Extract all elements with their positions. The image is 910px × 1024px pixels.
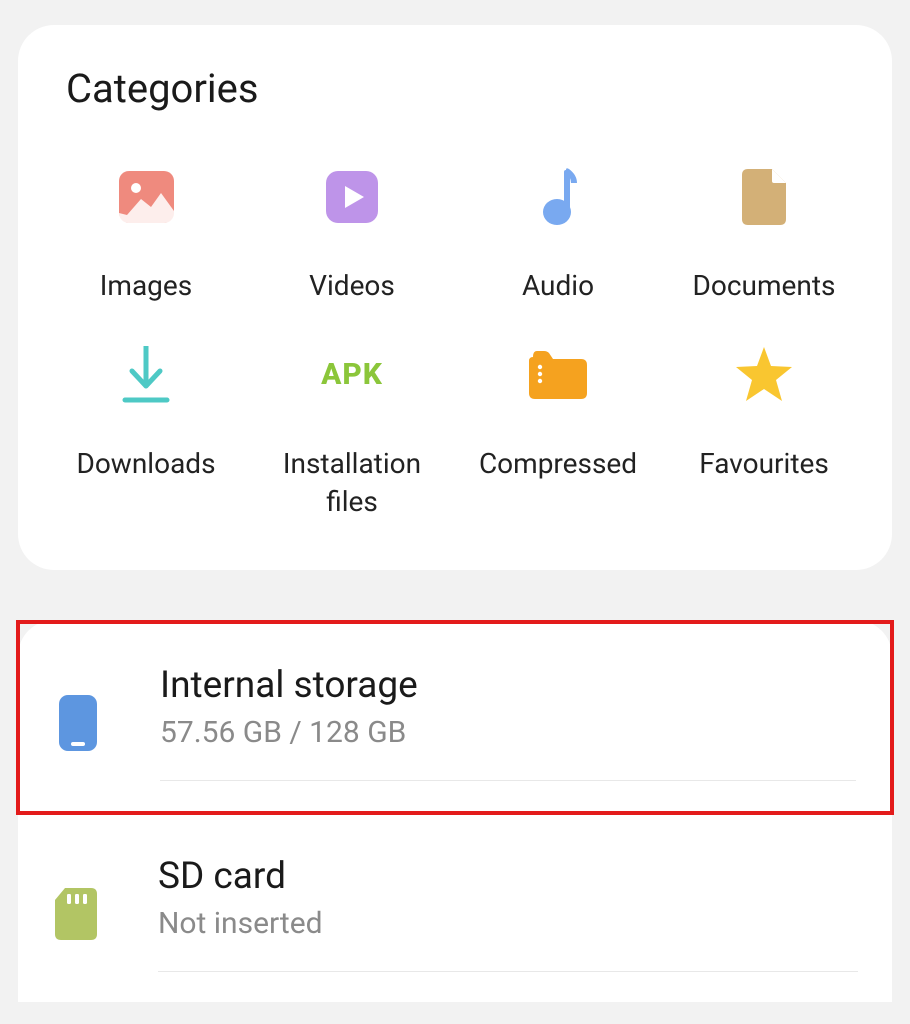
image-icon <box>116 167 176 227</box>
storage-card: Internal storage 57.56 GB / 128 GB SD ca… <box>18 620 892 1002</box>
audio-icon <box>528 167 588 227</box>
sd-card-item[interactable]: SD card Not inserted <box>18 815 892 1002</box>
category-downloads[interactable]: Downloads <box>48 345 244 521</box>
categories-title: Categories <box>66 65 862 112</box>
category-label: Downloads <box>76 445 215 483</box>
internal-storage-title: Internal storage <box>160 664 856 707</box>
sd-card-text: SD card Not inserted <box>158 855 858 972</box>
internal-storage-item[interactable]: Internal storage 57.56 GB / 128 GB <box>20 624 890 811</box>
category-label: Documents <box>693 267 836 305</box>
category-videos[interactable]: Videos <box>254 167 450 305</box>
categories-grid: Images Videos Audio <box>48 167 862 520</box>
star-icon <box>734 345 794 405</box>
category-label: Favourites <box>699 445 829 483</box>
document-icon <box>734 167 794 227</box>
internal-storage-highlight: Internal storage 57.56 GB / 128 GB <box>16 620 894 815</box>
category-installation-files[interactable]: APK Installation files <box>254 345 450 521</box>
internal-storage-subtitle: 57.56 GB / 128 GB <box>160 715 856 750</box>
categories-card: Categories Images Videos <box>18 25 892 570</box>
category-documents[interactable]: Documents <box>666 167 862 305</box>
category-label: Videos <box>309 267 395 305</box>
sd-card-title: SD card <box>158 855 858 898</box>
download-icon <box>116 345 176 405</box>
category-label: Compressed <box>479 445 637 483</box>
category-images[interactable]: Images <box>48 167 244 305</box>
category-compressed[interactable]: Compressed <box>460 345 656 521</box>
category-label: Installation files <box>254 445 450 521</box>
phone-storage-icon <box>54 692 102 754</box>
category-audio[interactable]: Audio <box>460 167 656 305</box>
internal-storage-text: Internal storage 57.56 GB / 128 GB <box>160 664 856 781</box>
video-icon <box>322 167 382 227</box>
category-label: Images <box>100 267 192 305</box>
apk-icon: APK <box>322 345 382 405</box>
category-label: Audio <box>522 267 594 305</box>
category-favourites[interactable]: Favourites <box>666 345 862 521</box>
sd-card-icon <box>52 883 100 945</box>
sd-card-subtitle: Not inserted <box>158 906 858 941</box>
folder-icon <box>528 345 588 405</box>
